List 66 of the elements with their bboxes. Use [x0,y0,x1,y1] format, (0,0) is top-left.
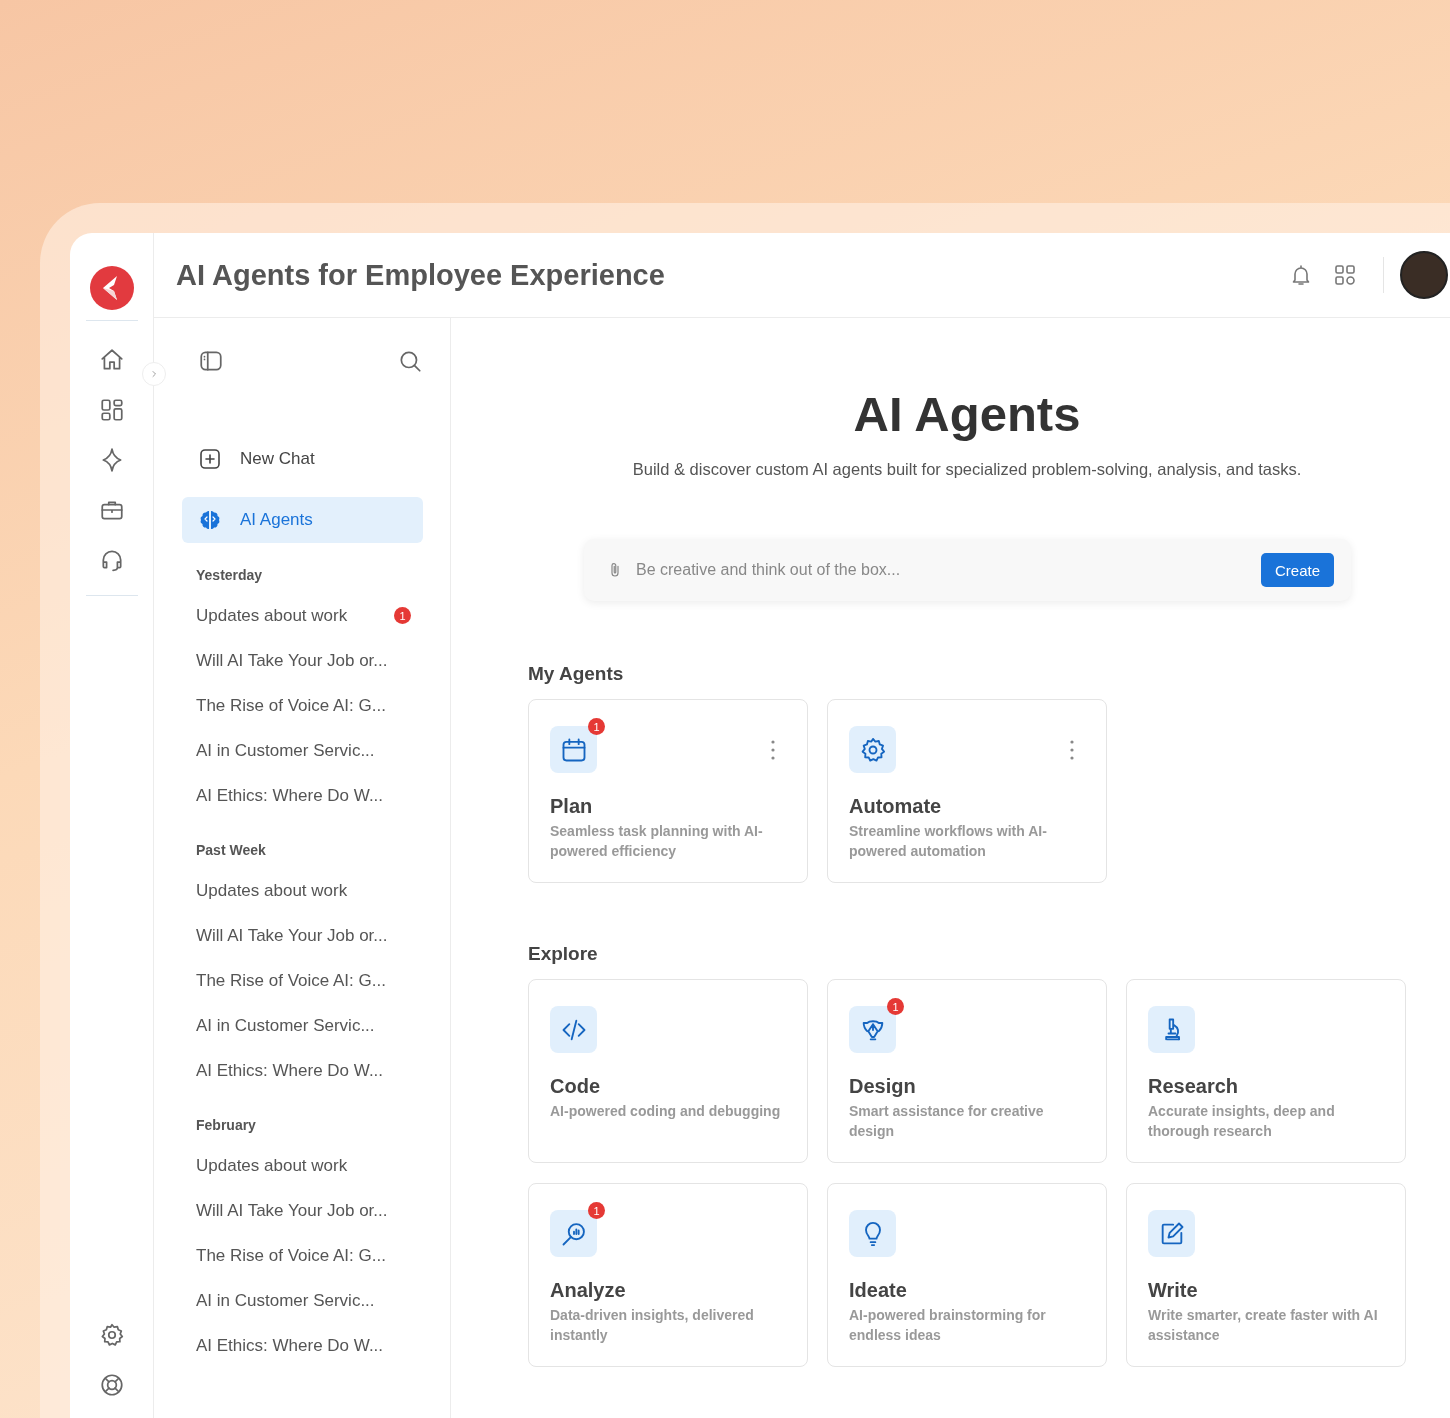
card-description: Write smarter, create faster with AI assistance [1148,1306,1379,1345]
chat-item[interactable]: Updates about work [196,1155,423,1176]
page-title: AI Agents for Employee Experience [176,258,666,292]
plus-icon [198,447,222,471]
card-title: Design [849,1075,917,1098]
group-label: Past Week [196,842,267,858]
group-label: February [196,1117,257,1133]
chat-item[interactable]: AI Ethics: Where Do W... [196,785,423,806]
card-title: Analyze [550,1279,627,1302]
hero-subtitle: Build & discover custom AI agents built for specialized problem-solving, analysis, and tasks. [631,460,1303,479]
agent-card[interactable]: 1 Design Smart assistance for creative design [827,979,1107,1163]
more-icon[interactable] [770,739,776,761]
card-description: Streamline workflows with AI-powered automation [849,822,1048,861]
chat-item[interactable]: AI Ethics: Where Do W... [196,1335,423,1356]
logo-icon[interactable] [89,266,134,310]
section-heading: Explore [528,943,599,965]
chat-item[interactable]: AI in Customer Servic... [196,1015,423,1036]
card-title: Code [550,1075,601,1098]
apps-icon[interactable] [1333,263,1357,287]
card-description: Seamless task planning with AI-powered efficiency [550,822,764,861]
card-title: Automate [849,795,943,818]
agent-card[interactable]: Ideate AI-powered brainstorming for endless ideas [827,1183,1107,1367]
sidebar-toggle-icon[interactable] [198,348,224,374]
create-button[interactable]: Create [1260,553,1334,587]
notification-badge: 1 [887,998,904,1015]
notification-badge: 1 [588,718,605,735]
more-icon[interactable] [1069,739,1075,761]
hero-title: AI Agents [852,386,1082,442]
chat-item[interactable]: AI in Customer Servic... [196,1290,423,1311]
agent-card[interactable]: 1 Analyze Data-driven insights, delivered instantly [528,1183,808,1367]
prompt-field[interactable]: Be creative and think out of the box... Create [584,539,1351,601]
notification-badge: 1 [588,1202,605,1219]
chat-item[interactable]: The Rise of Voice AI: G... [196,1245,423,1266]
chat-item[interactable]: Will AI Take Your Job or... [196,1200,423,1221]
card-title: Write [1148,1279,1199,1302]
card-description: Smart assistance for creative design [849,1102,1045,1141]
agent-card[interactable]: Write Write smarter, create faster with AI assistance [1126,1183,1406,1367]
chat-item[interactable]: AI Ethics: Where Do W... [196,1060,423,1081]
agent-card[interactable]: Research Accurate insights, deep and thorough research [1126,979,1406,1163]
agent-card[interactable]: 1 Plan Seamless task planning with AI-powered efficiency [528,699,808,883]
card-description: AI-powered coding and debugging [550,1102,782,1121]
avatar[interactable] [1400,251,1448,299]
section-heading: My Agents [528,663,625,685]
nav-item[interactable]: AI Agents [182,497,423,543]
chat-item[interactable]: Updates about work [196,880,423,901]
chat-item[interactable]: Updates about work [196,605,394,626]
dashboard-icon[interactable] [98,397,125,423]
settings-icon[interactable] [98,1322,125,1348]
card-title: Research [1148,1075,1240,1098]
card-description: AI-powered brainstorming for endless ideas [849,1306,1047,1345]
group-label: Yesterday [196,567,264,583]
chat-item[interactable]: Will AI Take Your Job or... [196,925,423,946]
notification-badge: 1 [394,607,411,624]
chat-item[interactable]: The Rise of Voice AI: G... [196,695,423,716]
agent-card[interactable]: Code AI-powered coding and debugging [528,979,808,1163]
card-title: Ideate [849,1279,908,1302]
brain-icon [198,508,222,532]
nav-item[interactable]: New Chat [182,436,423,482]
card-title: Plan [550,795,594,818]
chat-item[interactable]: Will AI Take Your Job or... [196,650,423,671]
card-description: Data-driven insights, delivered instantly [550,1306,755,1345]
help-icon[interactable] [98,1372,125,1398]
chat-item[interactable]: AI in Customer Servic... [196,740,423,761]
chat-item[interactable]: The Rise of Voice AI: G... [196,970,423,991]
agent-card[interactable]: Automate Streamline workflows with AI-powered automation [827,699,1107,883]
card-description: Accurate insights, deep and thorough research [1148,1102,1336,1141]
